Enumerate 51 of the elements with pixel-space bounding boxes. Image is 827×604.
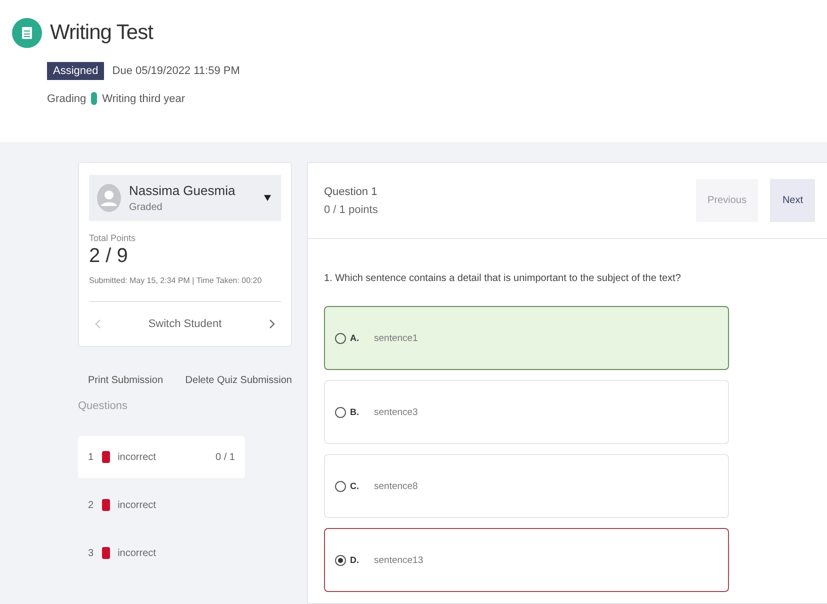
next-button[interactable]: Next: [770, 179, 815, 222]
assignment-icon: [12, 18, 42, 48]
question-item[interactable]: 2 incorrect: [78, 484, 245, 526]
due-date: Due 05/19/2022 11:59 PM: [112, 65, 240, 77]
question-status: incorrect: [118, 452, 156, 462]
question-item[interactable]: 1 incorrect 0 / 1: [78, 436, 245, 478]
answer-option[interactable]: C. sentence8: [324, 454, 729, 518]
question-status: incorrect: [118, 548, 156, 558]
question-points: 0 / 1 points: [324, 204, 379, 216]
chevron-right-icon: [269, 319, 275, 329]
option-letter: B.: [350, 407, 360, 417]
option-text: sentence3: [374, 406, 418, 418]
question-title: Question 1: [324, 186, 378, 198]
student-status: Graded: [129, 202, 164, 213]
chevron-left-icon: [95, 319, 101, 329]
option-letter: C.: [350, 481, 360, 491]
question-number: 2: [88, 500, 94, 510]
student-selector[interactable]: Nassima Guesmia Graded: [89, 175, 281, 221]
submission-info: Submitted: May 15, 2:34 PM | Time Taken: 00:20: [89, 276, 263, 285]
radio-button[interactable]: [335, 406, 346, 418]
student-name: Nassima Guesmia: [129, 183, 236, 198]
option-letter: D.: [350, 555, 360, 565]
question-text: 1. Which sentence contains a detail that is unimportant to the subject of the text?: [324, 273, 682, 284]
question-number: 1: [88, 452, 94, 462]
answer-option[interactable]: D. sentence13: [324, 528, 729, 592]
option-text: sentence1: [374, 332, 418, 344]
question-score: 0 / 1: [216, 452, 235, 462]
action-link[interactable]: Print Submission: [88, 375, 164, 386]
option-text: sentence8: [374, 480, 418, 492]
questions-label: Questions: [78, 400, 129, 412]
avatar-icon: [97, 184, 121, 212]
radio-button[interactable]: [335, 554, 346, 566]
status-badge: Assigned: [47, 62, 104, 80]
grading-value: Writing third year: [102, 92, 186, 104]
grading-label: Grading: [47, 92, 86, 104]
radio-button[interactable]: [335, 332, 346, 344]
option-text: sentence13: [374, 554, 424, 566]
question-item[interactable]: 3 incorrect: [78, 532, 245, 574]
page-title: Writing Test: [50, 21, 153, 45]
total-points-label: Total Points: [89, 233, 137, 243]
question-number: 3: [88, 548, 94, 558]
action-link[interactable]: Delete Quiz Submission: [185, 375, 292, 386]
radio-button[interactable]: [335, 480, 346, 492]
answer-option[interactable]: A. sentence1: [324, 306, 729, 370]
question-status: incorrect: [118, 500, 156, 510]
switch-student-label: Switch Student: [148, 318, 222, 330]
dropdown-caret-icon: [264, 195, 271, 201]
grading-marker: [91, 92, 98, 105]
total-points: 2 / 9: [89, 245, 129, 268]
option-letter: A.: [350, 333, 360, 343]
answer-option[interactable]: B. sentence3: [324, 380, 729, 444]
